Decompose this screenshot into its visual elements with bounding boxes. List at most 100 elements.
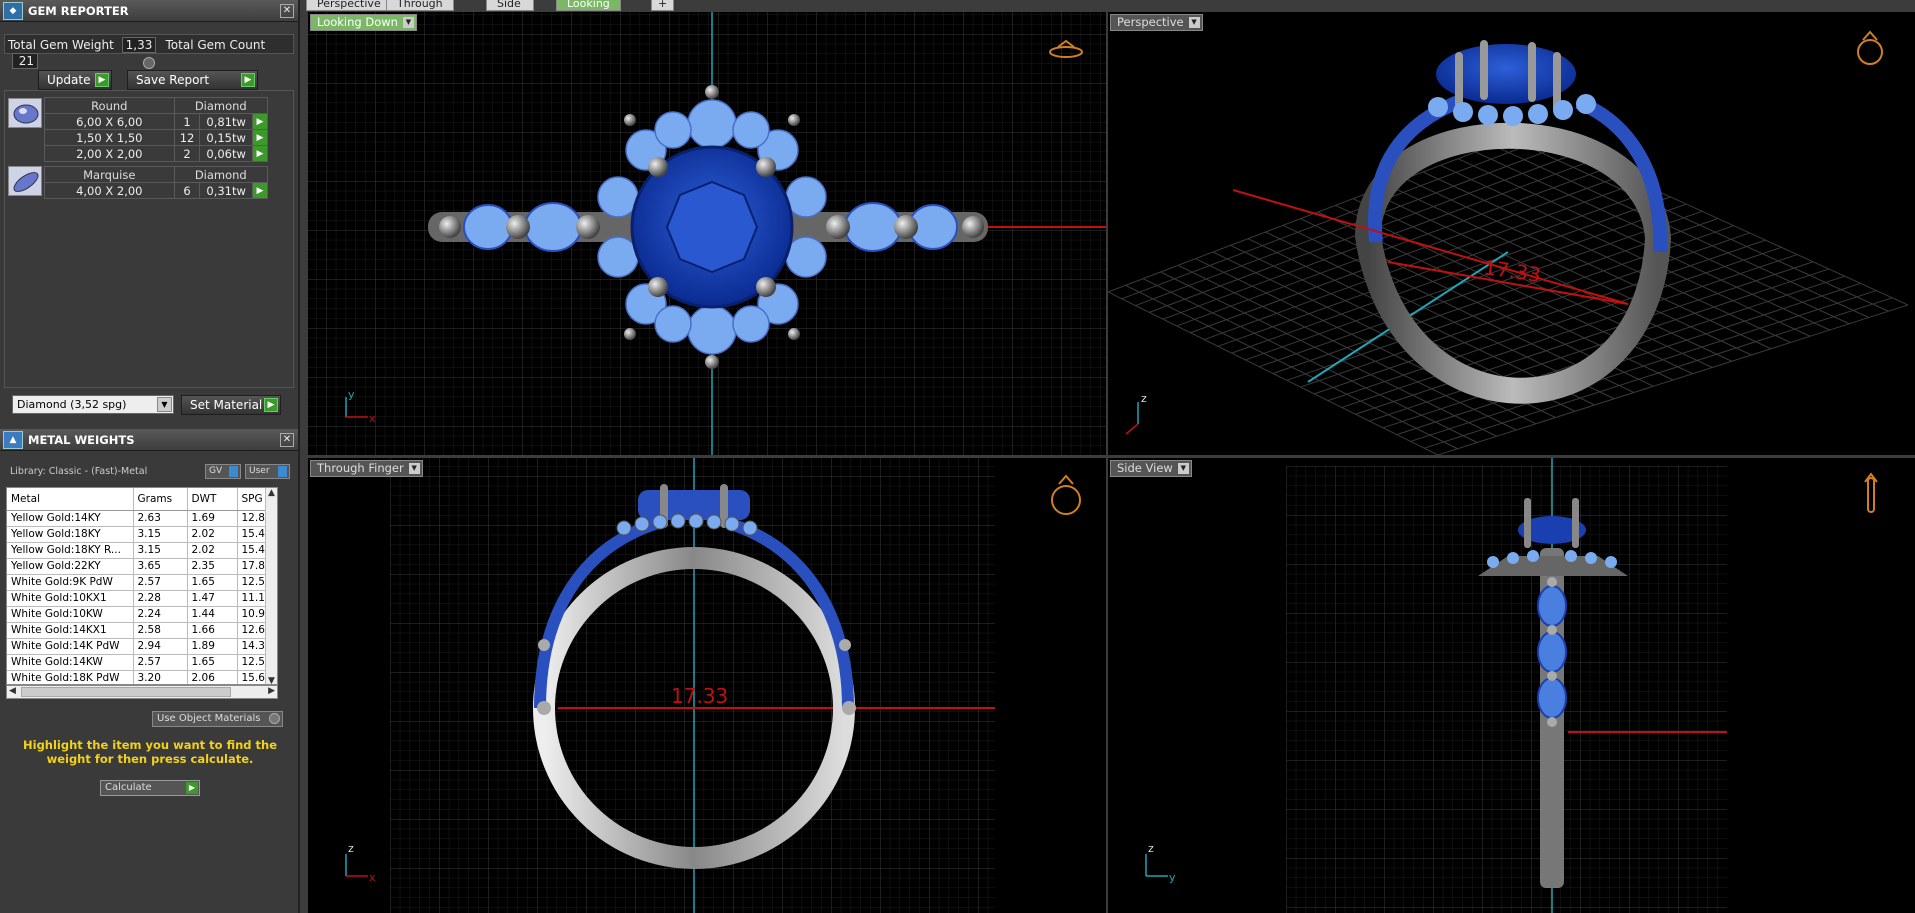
metal-name: White Gold:14K PdW [7,638,134,655]
metal-grams: 2.63 [133,510,188,527]
calculate-hint: Highlight the item you want to find the … [23,738,277,766]
gv-toggle[interactable]: GV [205,464,241,479]
total-count-label: Total Gem Count [165,38,266,52]
vertical-scrollbar[interactable]: ▲ ▼ [265,488,277,684]
left-panel: ◆ GEM REPORTER ✕ Total Gem Weight 1,33 T… [0,0,300,913]
marquise-shape-header: Marquise [44,166,175,183]
gem-reporter-title: GEM REPORTER [28,4,129,18]
perspective-menu[interactable]: Perspective ▼ [1110,14,1203,31]
calculate-button[interactable]: Calculate ▶ [100,780,200,796]
table-row[interactable]: Yellow Gold:14KY 2.63 1.69 12.88 [7,510,277,527]
axis-gizmo: z y [1145,842,1176,884]
metal-dwt: 2.06 [187,670,238,684]
user-label: User [249,466,270,476]
tab-perspective[interactable]: Perspective [306,0,392,11]
metal-weights-table: Metal Grams DWT SPG Yellow Gold:14KY 2.63… [6,487,278,685]
metal-weights-title: METAL WEIGHTS [28,433,135,447]
metal-name: Yellow Gold:18KY [7,526,134,543]
tab-through-finger[interactable]: Through Finger [386,0,454,23]
gem-size: 6,00 X 6,00 [44,113,175,130]
viewport-side-view[interactable]: z y Side View ▼ [1108,458,1915,913]
round-material-header: Diamond [173,97,269,114]
metal-grams: 3.20 [133,670,188,684]
save-report-label: Save Report [136,73,210,87]
metal-grams: 2.24 [133,606,188,623]
select-gem-button[interactable]: ▶ [251,113,269,130]
chevron-down-icon: ▼ [157,397,172,412]
play-icon: ▶ [241,73,255,87]
metal-column-header[interactable]: Metal [7,488,134,511]
metal-dwt: 2.35 [187,558,238,575]
perspective-scene: 17.33 z [1108,30,1909,455]
gem-size: 4,00 X 2,00 [44,182,175,199]
set-material-button[interactable]: Set Material ▶ [181,395,281,415]
metal-grams: 2.58 [133,622,188,639]
gem-size: 1,50 X 1,50 [44,129,175,146]
viewport-looking-down[interactable]: y x Looking Down ▼ [308,12,1106,455]
use-object-materials-label: Use Object Materials [157,713,261,724]
close-gem-reporter-icon[interactable]: ✕ [280,4,294,18]
user-toggle[interactable]: User [245,464,290,479]
scroll-up-icon[interactable]: ▲ [266,488,277,498]
gem-count: 1 [173,113,201,130]
through-finger-label: Through Finger [317,461,404,475]
axis-gizmo: z [1125,392,1147,435]
metal-weights-logo-icon: ▲ [3,431,23,449]
looking-down-menu[interactable]: Looking Down ▼ [310,14,417,31]
metal-dwt: 1.89 [187,638,238,655]
select-gem-button[interactable]: ▶ [251,129,269,146]
table-row[interactable]: White Gold:9K PdW 2.57 1.65 12.59 [7,574,277,591]
toggle-icon [269,713,280,724]
material-select[interactable]: Diamond (3,52 spg) ▼ [12,395,174,414]
splitter-handle-icon[interactable] [143,57,155,69]
select-gem-button[interactable]: ▶ [251,145,269,162]
metal-weights-header: ▲ METAL WEIGHTS ✕ [0,429,298,451]
table-row[interactable]: Yellow Gold:18KY 3.15 2.02 15.43 [7,526,277,543]
table-row[interactable]: White Gold:14KW 2.57 1.65 12.59 [7,654,277,671]
gem-count: 12 [173,129,201,146]
save-report-button[interactable]: Save Report ▶ [127,70,258,90]
use-object-materials-toggle[interactable]: Use Object Materials [152,711,283,727]
axis-gizmo: z x [345,842,376,884]
info-icon [229,466,238,477]
tab-side-view[interactable]: Side View [486,0,535,23]
metal-dwt: 2.02 [187,542,238,559]
add-tab-icon[interactable]: + [651,0,675,11]
grams-column-header[interactable]: Grams [133,488,188,511]
side-view-menu[interactable]: Side View ▼ [1110,460,1192,477]
viewport-through-finger[interactable]: 17.33 z x Through Finger ▼ [308,458,1106,913]
through-finger-menu[interactable]: Through Finger ▼ [310,460,423,477]
side-view-label: Side View [1117,461,1173,475]
horizontal-scrollbar[interactable]: ◀ ▶ [6,685,278,699]
marquise-gem-table: Marquise Diamond 4,00 X 2,00 6 0,31tw ▶ [44,166,269,199]
chevron-down-icon: ▼ [1188,17,1200,28]
gem-reporter-logo-icon: ◆ [3,2,23,20]
metal-dwt: 1.44 [187,606,238,623]
scroll-down-icon[interactable]: ▼ [266,676,277,684]
scroll-right-icon[interactable]: ▶ [268,686,275,696]
play-icon: ▶ [186,782,198,794]
svg-text:y: y [1169,871,1176,884]
gem-size: 2,00 X 2,00 [44,145,175,162]
table-row[interactable]: White Gold:10KW 2.24 1.44 10.99 [7,606,277,623]
tab-looking-down[interactable]: Looking Down [556,0,621,23]
close-metal-weights-icon[interactable]: ✕ [280,433,294,447]
update-button[interactable]: Update ▶ [38,70,112,90]
scroll-left-icon[interactable]: ◀ [9,686,16,696]
marquise-material-header: Diamond [173,166,269,183]
table-row[interactable]: Yellow Gold:22KY 3.65 2.35 17.89 [7,558,277,575]
table-row[interactable]: White Gold:14KX1 2.58 1.66 12.63 [7,622,277,639]
material-select-value: Diamond (3,52 spg) [17,398,127,411]
select-gem-button[interactable]: ▶ [251,182,269,199]
table-row[interactable]: White Gold:10KX1 2.28 1.47 11.18 [7,590,277,607]
viewport-perspective[interactable]: 17.33 z Perspective ▼ [1108,12,1915,455]
scroll-thumb[interactable] [21,687,231,697]
perspective-dimension-text: 17.33 [1482,255,1542,287]
table-row[interactable]: White Gold:14K PdW 2.94 1.89 14.39 [7,638,277,655]
dwt-column-header[interactable]: DWT [187,488,238,511]
total-count-value: 21 [12,53,38,69]
table-row[interactable]: Yellow Gold:18KY R... 3.15 2.02 15.43 [7,542,277,559]
table-row[interactable]: White Gold:18K PdW 3.20 2.06 15.68 [7,670,277,684]
svg-text:z: z [348,842,354,855]
metal-dwt: 1.65 [187,654,238,671]
